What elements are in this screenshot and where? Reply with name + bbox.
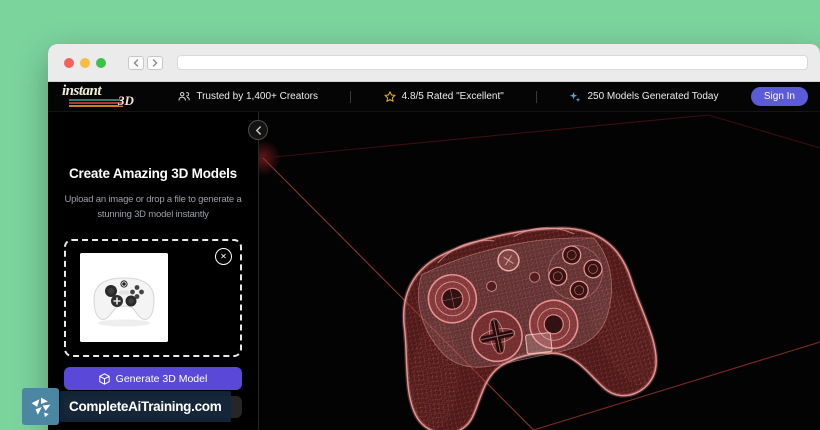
controller-wireframe-model [401, 226, 659, 430]
remove-image-button[interactable]: ✕ [215, 248, 232, 266]
back-button[interactable] [128, 55, 144, 70]
watermark-text: CompleteAiTraining.com [60, 391, 232, 422]
sidebar-collapse-button[interactable] [248, 120, 268, 140]
cube-icon [98, 373, 110, 385]
close-window-button[interactable] [64, 57, 74, 68]
wireframe-scene [259, 114, 820, 430]
chevron-left-icon [133, 58, 139, 67]
sparkle-icon [570, 91, 581, 102]
badge-trusted-creators: Trusted by 1,400+ Creators [178, 91, 318, 102]
desktop-background: { "browser": { "url": "" }, "header": { … [0, 0, 820, 430]
uploaded-image-preview [80, 253, 168, 343]
axis-vertex-glow [259, 140, 281, 176]
divider [536, 90, 538, 103]
minimize-window-button[interactable] [80, 57, 90, 68]
page-subtitle: Upload an image or drop a file to genera… [64, 194, 242, 220]
badge-models-today: 250 Models Generated Today [569, 91, 718, 103]
badge-label: 4.8/5 Rated "Excellent" [401, 91, 504, 102]
generate-3d-model-button[interactable]: Generate 3D Model [64, 367, 242, 391]
upload-dropzone[interactable]: ✕ [64, 239, 242, 358]
close-icon: ✕ [220, 251, 227, 261]
watermark: CompleteAiTraining.com [22, 388, 232, 425]
site-header: instant 3D Trusted by 1,400+ Creators 4.… [48, 82, 820, 112]
badge-rating: 4.8/5 Rated "Excellent" [384, 90, 504, 103]
divider [350, 90, 352, 103]
complete-ai-training-logo-icon [22, 388, 59, 425]
chevron-right-icon [152, 58, 158, 67]
generate-button-label: Generate 3D Model [115, 372, 208, 385]
upload-sidebar: Create Amazing 3D Models Upload an image… [48, 112, 259, 430]
bounding-box-edge [708, 114, 820, 149]
address-input[interactable] [178, 59, 807, 73]
instant3d-logo[interactable]: instant 3D [62, 83, 146, 110]
users-icon [178, 92, 191, 101]
page-title: Create Amazing 3D Models [69, 166, 237, 181]
zoom-window-button[interactable] [96, 57, 106, 68]
browser-chrome-bar [48, 44, 820, 82]
forward-button[interactable] [147, 55, 163, 70]
badge-label: Trusted by 1,400+ Creators [196, 91, 318, 102]
page-content: Create Amazing 3D Models Upload an image… [48, 112, 820, 430]
logo-3d-suffix: 3D [118, 92, 134, 108]
badge-label: 250 Models Generated Today [587, 91, 719, 102]
address-bar [177, 55, 808, 73]
trust-badges: Trusted by 1,400+ Creators 4.8/5 Rated "… [146, 90, 751, 103]
chevron-left-icon [255, 125, 261, 135]
logo-stripes [69, 98, 123, 108]
browser-window: instant 3D Trusted by 1,400+ Creators 4.… [48, 44, 820, 430]
star-icon [384, 90, 396, 102]
model-viewport[interactable] [248, 112, 820, 430]
xbox-controller-photo [80, 253, 168, 343]
bounding-box-edge [262, 114, 709, 159]
sign-in-button[interactable]: Sign In [750, 87, 808, 106]
window-controls [64, 57, 106, 68]
